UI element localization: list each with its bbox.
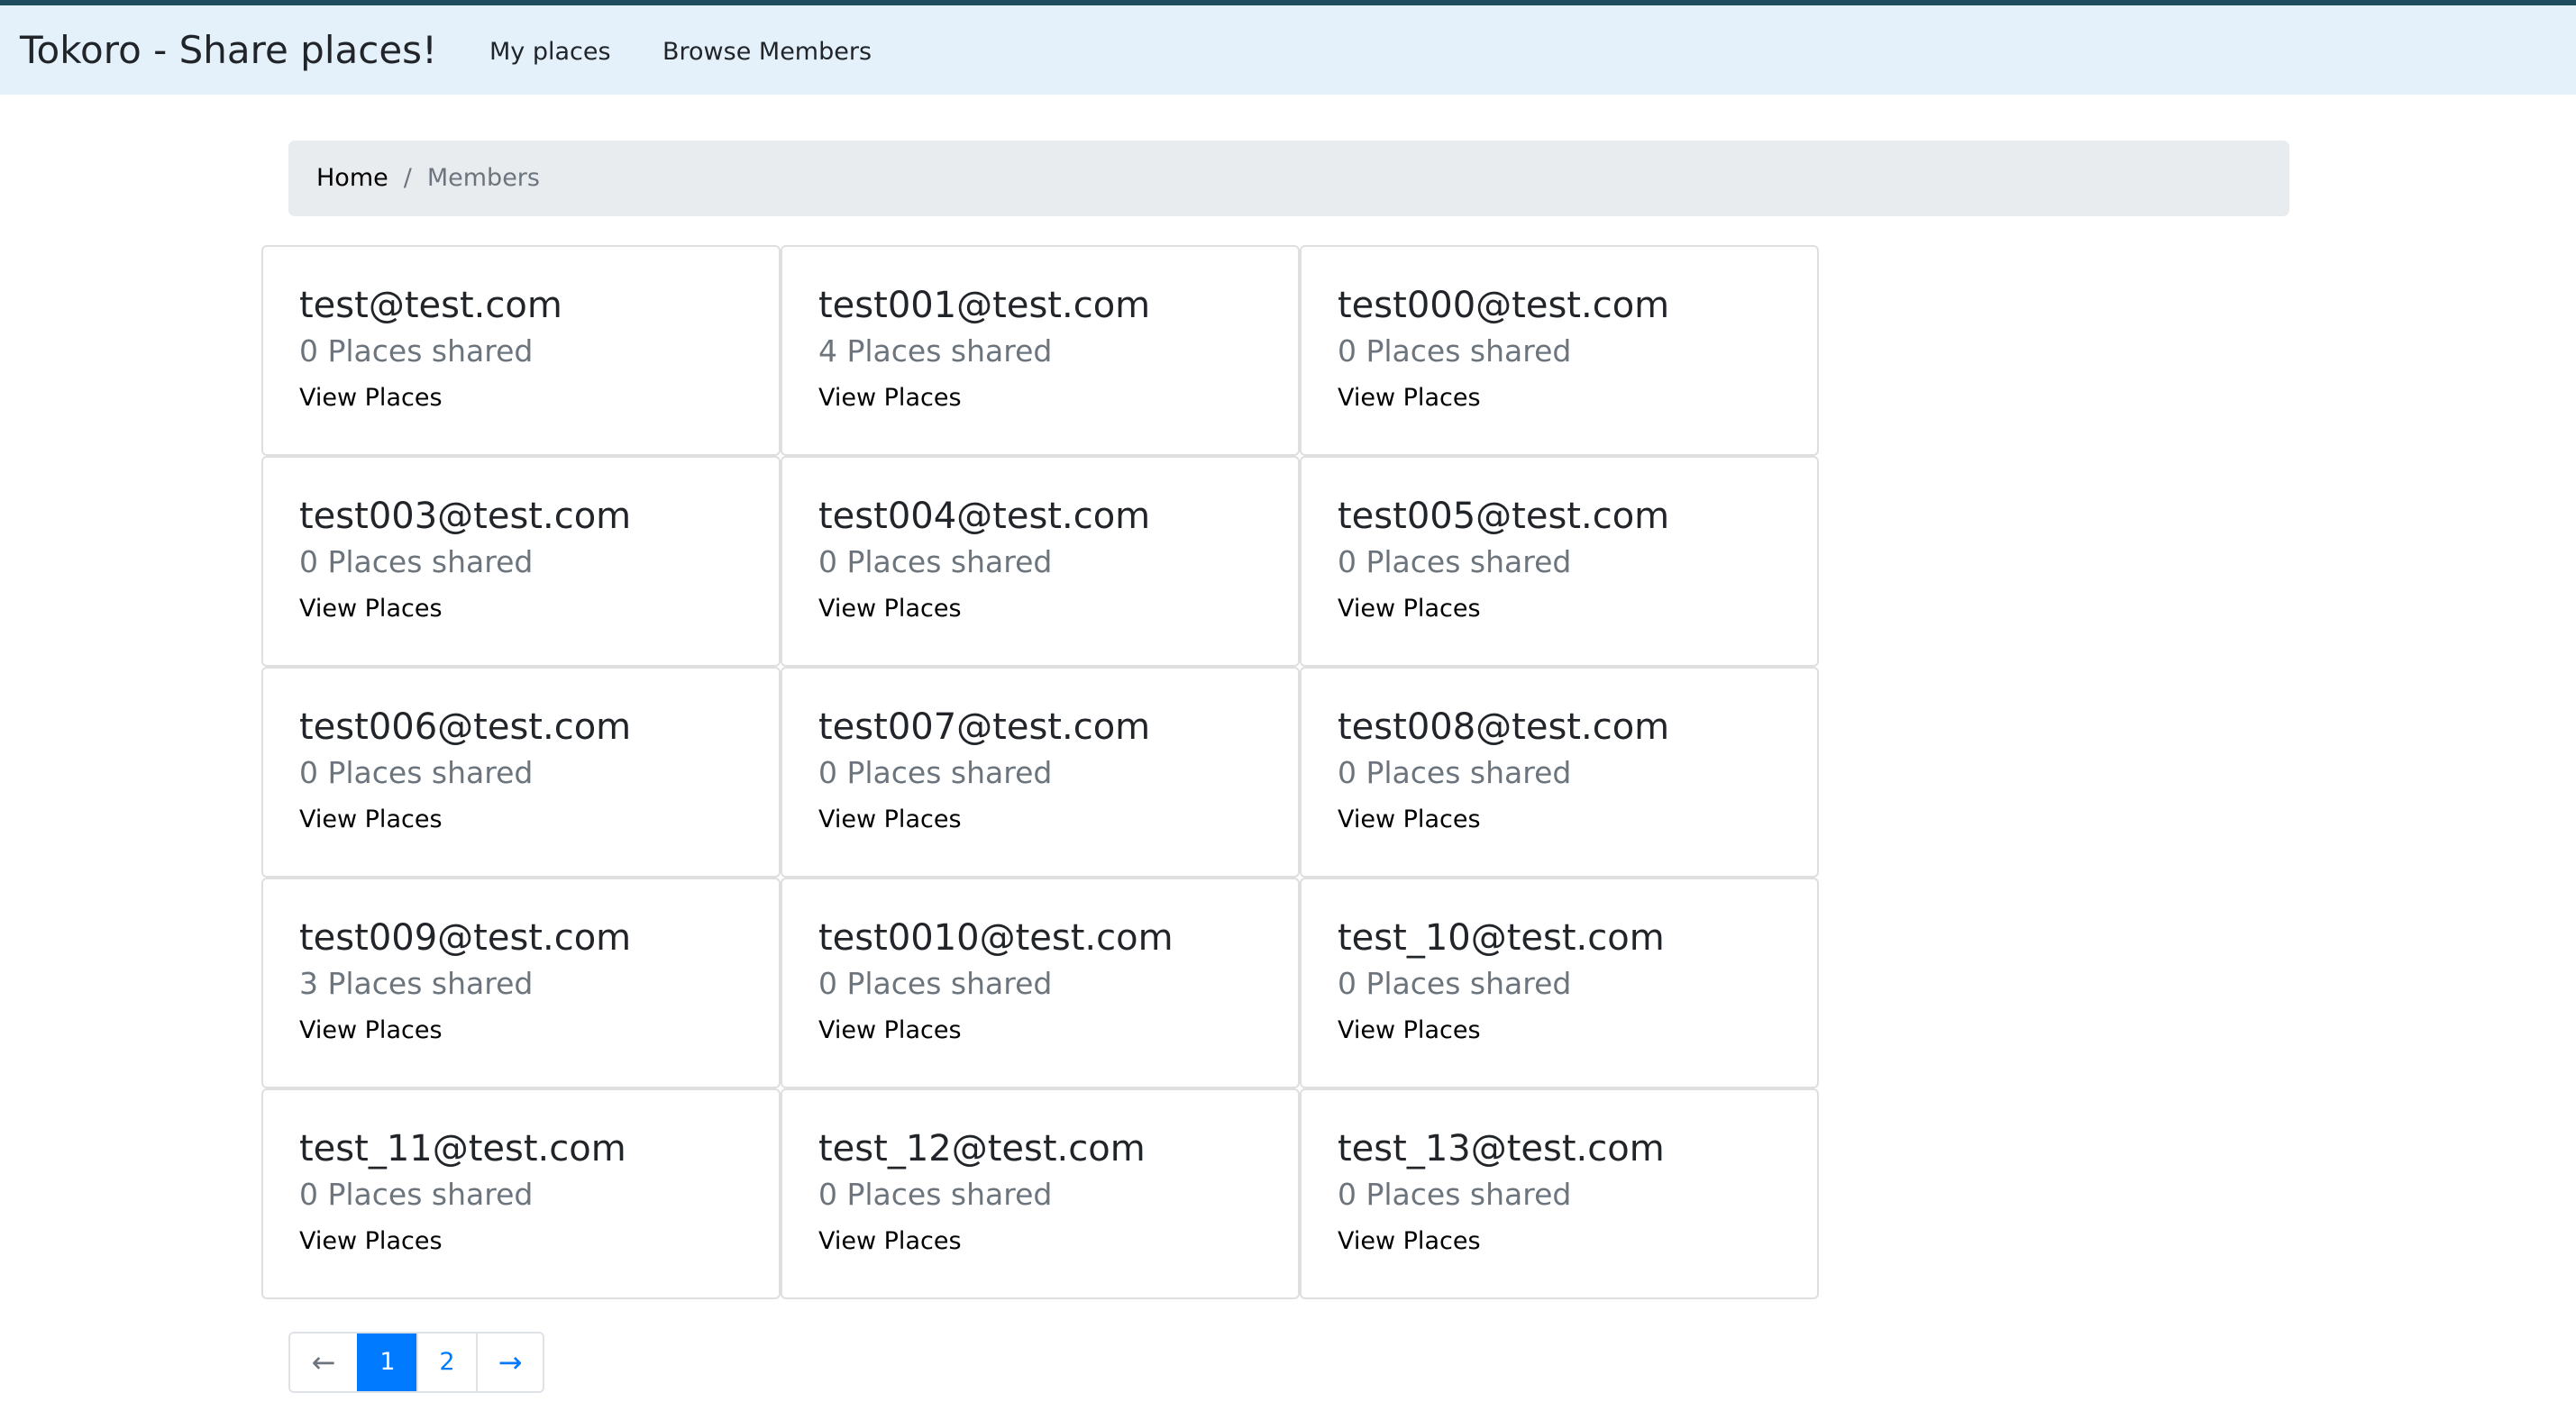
member-card: test0010@test.com 0 Places shared View P… [781,878,1300,1088]
places-count: 4 Places shared [818,333,1053,369]
places-count: 0 Places shared [1338,1177,1572,1212]
member-email: test_11@test.com [299,1128,626,1170]
navbar: Tokoro - Share places! My places Browse … [0,5,2576,95]
member-card: test008@test.com 0 Places shared View Pl… [1300,667,1819,878]
member-card: test004@test.com 0 Places shared View Pl… [781,456,1300,667]
member-email: test@test.com [299,285,562,326]
places-count: 0 Places shared [1338,544,1572,579]
member-card: test_12@test.com 0 Places shared View Pl… [781,1088,1300,1299]
view-places-link[interactable]: View Places [1338,380,1481,416]
places-count: 0 Places shared [818,966,1053,1001]
places-count: 3 Places shared [299,966,534,1001]
places-count: 0 Places shared [1338,333,1572,369]
places-count: 0 Places shared [818,1177,1053,1212]
member-card: test000@test.com 0 Places shared View Pl… [1300,245,1819,456]
places-count: 0 Places shared [299,333,534,369]
member-email: test_10@test.com [1338,917,1665,959]
view-places-link[interactable]: View Places [818,1224,962,1260]
view-places-link[interactable]: View Places [1338,1224,1481,1260]
view-places-link[interactable]: View Places [299,591,443,627]
places-count: 0 Places shared [1338,755,1572,790]
places-count: 0 Places shared [818,755,1053,790]
next-page-button[interactable]: → [476,1334,543,1391]
member-card: test_13@test.com 0 Places shared View Pl… [1300,1088,1819,1299]
member-email: test000@test.com [1338,285,1670,326]
prev-page-button[interactable]: ← [290,1334,357,1391]
page-2-button[interactable]: 2 [416,1334,476,1391]
view-places-link[interactable]: View Places [1338,1013,1481,1049]
member-email: test006@test.com [299,706,632,748]
member-card: test007@test.com 0 Places shared View Pl… [781,667,1300,878]
member-email: test003@test.com [299,496,632,537]
member-email: test004@test.com [818,496,1151,537]
view-places-link[interactable]: View Places [299,1013,443,1049]
places-count: 0 Places shared [1338,966,1572,1001]
nav-link-my-places[interactable]: My places [489,34,611,70]
view-places-link[interactable]: View Places [818,591,962,627]
member-card: test@test.com 0 Places shared View Place… [261,245,781,456]
member-email: test0010@test.com [818,917,1174,959]
view-places-link[interactable]: View Places [818,1013,962,1049]
breadcrumb: Home / Members [288,141,2289,216]
view-places-link[interactable]: View Places [1338,591,1481,627]
member-email: test008@test.com [1338,706,1670,748]
view-places-link[interactable]: View Places [299,1224,443,1260]
view-places-link[interactable]: View Places [299,380,443,416]
breadcrumb-current: Members [426,164,540,192]
breadcrumb-separator: / [403,164,412,192]
member-card: test001@test.com 4 Places shared View Pl… [781,245,1300,456]
member-email: test009@test.com [299,917,632,959]
nav-link-browse-members[interactable]: Browse Members [662,34,872,70]
pagination: ← 1 2 → [288,1332,544,1393]
member-card: test_10@test.com 0 Places shared View Pl… [1300,878,1819,1088]
member-card: test_11@test.com 0 Places shared View Pl… [261,1088,781,1299]
brand-link[interactable]: Tokoro - Share places! [20,23,437,77]
member-card: test005@test.com 0 Places shared View Pl… [1300,456,1819,667]
view-places-link[interactable]: View Places [818,380,962,416]
member-card: test009@test.com 3 Places shared View Pl… [261,878,781,1088]
places-count: 0 Places shared [299,544,534,579]
member-email: test_13@test.com [1338,1128,1665,1170]
member-email: test005@test.com [1338,496,1670,537]
view-places-link[interactable]: View Places [818,802,962,838]
member-grid: test@test.com 0 Places shared View Place… [261,245,1819,1299]
places-count: 0 Places shared [299,1177,534,1212]
page-1-button[interactable]: 1 [357,1334,416,1391]
member-card: test003@test.com 0 Places shared View Pl… [261,456,781,667]
breadcrumb-home-link[interactable]: Home [316,164,388,192]
member-email: test007@test.com [818,706,1151,748]
places-count: 0 Places shared [299,755,534,790]
member-email: test001@test.com [818,285,1151,326]
view-places-link[interactable]: View Places [299,802,443,838]
places-count: 0 Places shared [818,544,1053,579]
view-places-link[interactable]: View Places [1338,802,1481,838]
member-email: test_12@test.com [818,1128,1146,1170]
member-card: test006@test.com 0 Places shared View Pl… [261,667,781,878]
